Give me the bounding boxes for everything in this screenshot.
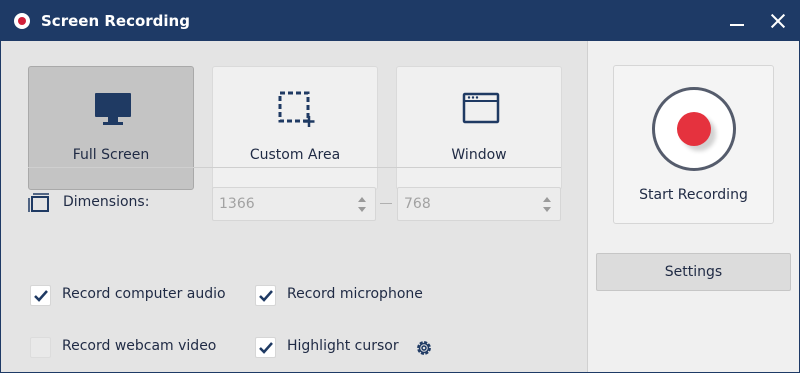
checkbox-label: Record microphone [287, 286, 423, 302]
divider [28, 167, 561, 168]
checkbox-box[interactable] [255, 285, 276, 306]
mode-label: Window [451, 147, 507, 163]
monitor-icon [95, 93, 131, 125]
window-title: Screen Recording [41, 12, 190, 30]
checkbox-box[interactable] [255, 337, 276, 358]
custom-area-icon [278, 91, 315, 127]
width-input[interactable] [219, 194, 339, 214]
record-dot-icon [677, 112, 711, 146]
window-mode-button[interactable]: Window [396, 66, 562, 190]
checkbox-box[interactable] [30, 337, 51, 358]
check-icon [259, 290, 273, 302]
settings-button[interactable]: Settings [596, 253, 791, 291]
title-bar: Screen Recording [1, 1, 799, 41]
dimensions-icon [28, 193, 49, 212]
height-field[interactable] [397, 187, 561, 221]
window-icon [462, 92, 500, 124]
check-icon [259, 342, 273, 354]
start-recording-button[interactable]: Start Recording [613, 65, 774, 224]
checkbox-label: Record computer audio [62, 286, 226, 302]
full-screen-mode-button[interactable]: Full Screen [28, 66, 194, 190]
dimension-separator [380, 203, 392, 204]
dimensions-label: Dimensions: [63, 194, 150, 210]
width-field[interactable] [212, 187, 376, 221]
checkbox-box[interactable] [30, 285, 51, 306]
height-input[interactable] [404, 194, 524, 214]
check-icon [34, 290, 48, 302]
mode-label: Custom Area [249, 147, 341, 163]
width-spinner[interactable] [357, 195, 367, 215]
close-button[interactable] [766, 9, 790, 33]
record-icon [14, 13, 30, 29]
minimize-button[interactable] [725, 9, 749, 33]
screen-recording-window: Screen Recording Full Screen Custom Area [0, 0, 800, 373]
checkbox-label: Record webcam video [62, 338, 217, 354]
record-ring-icon [652, 87, 736, 171]
start-recording-label: Start Recording [639, 187, 748, 203]
gear-icon[interactable] [414, 338, 434, 358]
height-spinner[interactable] [542, 195, 552, 215]
checkbox-label: Highlight cursor [287, 338, 399, 354]
custom-area-mode-button[interactable]: Custom Area [212, 66, 378, 190]
mode-label: Full Screen [72, 147, 150, 163]
